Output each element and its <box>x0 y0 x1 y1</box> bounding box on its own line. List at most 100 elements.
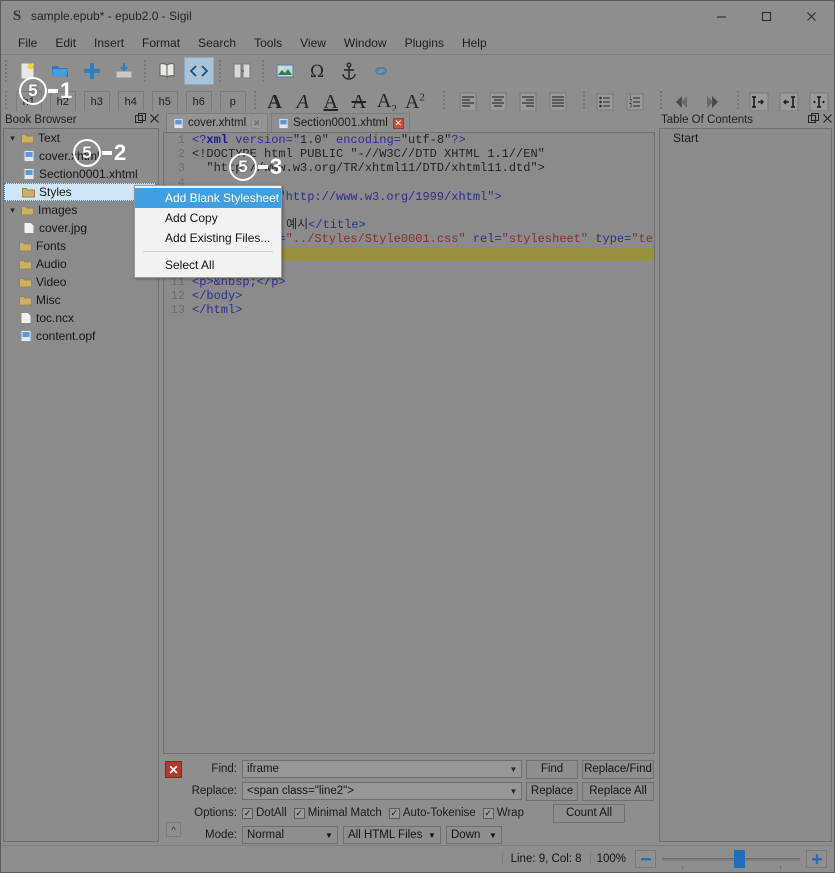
zoom-out-icon[interactable] <box>635 850 656 868</box>
heading-h6-button[interactable]: h6 <box>185 91 212 113</box>
close-panel-icon[interactable] <box>147 113 161 127</box>
close-icon[interactable] <box>789 1 834 32</box>
menu-tools[interactable]: Tools <box>245 34 291 52</box>
mode-label: Mode: <box>205 829 237 841</box>
scope-select[interactable]: All HTML Files ▼ <box>343 826 441 844</box>
close-panel-icon[interactable] <box>820 113 834 127</box>
toolbar-separator <box>144 59 147 82</box>
option-dotall[interactable]: ✓ DotAll <box>242 807 287 819</box>
chevron-down-icon[interactable]: ▾ <box>6 205 19 216</box>
zoom-in-icon[interactable] <box>806 850 827 868</box>
menu-search[interactable]: Search <box>189 34 245 52</box>
minimize-icon[interactable] <box>699 1 744 32</box>
heading-h5-button[interactable]: h5 <box>151 91 178 113</box>
checkbox-icon[interactable]: ✓ <box>482 807 494 819</box>
direction-select[interactable]: Down ▼ <box>446 826 502 844</box>
replace-all-button[interactable]: Replace All <box>582 781 654 801</box>
code-text: "../Styles/Style0001.css" <box>285 232 466 247</box>
context-menu-item-select-all[interactable]: Select All <box>135 255 281 275</box>
collapse-find-icon[interactable]: ^ <box>166 822 181 837</box>
checkbox-icon[interactable]: ✓ <box>242 807 253 819</box>
line-number: 12 <box>170 289 185 304</box>
option-auto-tokenise[interactable]: ✓ Auto-Tokenise <box>388 807 476 819</box>
insert-link-icon[interactable] <box>366 57 396 85</box>
window-title: sample.epub* - epub2.0 - Sigil <box>31 9 192 23</box>
menu-window[interactable]: Window <box>335 34 396 52</box>
option-wrap[interactable]: ✓ Wrap <box>482 807 524 819</box>
tree-item-content-opf[interactable]: content.opf <box>4 327 158 345</box>
add-file-button[interactable] <box>77 57 107 85</box>
maximize-icon[interactable] <box>744 1 789 32</box>
sigil-app-icon: S <box>12 7 22 24</box>
chevron-down-icon[interactable]: ▼ <box>321 831 337 840</box>
chevron-down-icon[interactable]: ▼ <box>424 831 440 840</box>
toolbar-separator <box>219 59 222 82</box>
insert-special-char-button[interactable]: Ω <box>302 57 332 85</box>
find-replace-side: ✕ ^ <box>165 759 182 840</box>
tree-item-label: Fonts <box>36 239 67 253</box>
float-icon[interactable] <box>806 112 820 127</box>
tree-item-label: Styles <box>39 185 72 199</box>
checkbox-icon[interactable]: ✓ <box>388 807 400 819</box>
chevron-down-icon[interactable]: ▼ <box>506 765 521 774</box>
zoom-level: 100% <box>589 853 632 865</box>
chevron-down-icon[interactable]: ▾ <box>6 133 19 144</box>
toc-list[interactable]: Start <box>659 128 832 842</box>
code-view-button[interactable] <box>184 56 214 85</box>
heading-h3-button[interactable]: h3 <box>83 91 110 113</box>
insert-image-button[interactable] <box>270 57 300 85</box>
book-view-button[interactable] <box>152 57 182 85</box>
float-icon[interactable] <box>133 112 147 127</box>
code-text: </body> <box>192 289 243 304</box>
split-view-button[interactable] <box>227 57 257 85</box>
zoom-slider[interactable] <box>662 850 800 869</box>
menu-format[interactable]: Format <box>133 34 189 52</box>
option-minimal-match[interactable]: ✓ Minimal Match <box>293 807 382 819</box>
xhtml-file-icon <box>278 117 289 129</box>
mode-select[interactable]: Normal ▼ <box>242 826 338 844</box>
tab-cover-xhtml[interactable]: cover.xhtml ✕ <box>166 113 269 132</box>
context-menu-item-add-existing-files[interactable]: Add Existing Files... <box>135 228 281 248</box>
annotation-marker-5-3: 5 3 <box>229 153 282 181</box>
context-menu[interactable]: Add Blank Stylesheet Add Copy Add Existi… <box>134 185 282 278</box>
tab-close-icon[interactable]: ✕ <box>251 117 263 129</box>
replace-input[interactable]: <span class="line2"> ▼ <box>242 782 522 800</box>
save-button[interactable] <box>109 57 139 85</box>
toc-item-start[interactable]: Start <box>660 129 831 146</box>
tree-item-label: Video <box>36 275 67 289</box>
close-find-icon[interactable]: ✕ <box>165 761 182 778</box>
count-all-button[interactable]: Count All <box>552 803 625 823</box>
chevron-down-icon[interactable]: ▼ <box>485 831 501 840</box>
context-menu-item-add-blank-stylesheet[interactable]: Add Blank Stylesheet <box>135 188 281 208</box>
tab-section0001-xhtml[interactable]: Section0001.xhtml ✕ <box>271 113 410 132</box>
find-button[interactable]: Find <box>526 759 578 779</box>
tab-close-icon[interactable]: ✕ <box>392 117 404 129</box>
paragraph-button[interactable]: p <box>219 91 246 113</box>
menu-plugins[interactable]: Plugins <box>396 34 453 52</box>
zoom-slider-handle[interactable] <box>734 850 745 868</box>
menu-view[interactable]: View <box>291 34 335 52</box>
chevron-down-icon[interactable]: ▼ <box>506 787 521 796</box>
tree-item-section0001-xhtml[interactable]: Section0001.xhtml <box>4 165 158 183</box>
xhtml-file-icon <box>20 150 37 162</box>
find-input[interactable]: iframe ▼ <box>242 760 522 778</box>
heading-h4-button[interactable]: h4 <box>117 91 144 113</box>
checkbox-icon[interactable]: ✓ <box>293 807 305 819</box>
folder-icon <box>19 133 36 144</box>
menu-bar: File Edit Insert Format Search Tools Vie… <box>1 32 834 54</box>
tree-item-misc[interactable]: Misc <box>4 291 158 309</box>
context-menu-item-add-copy[interactable]: Add Copy <box>135 208 281 228</box>
menu-help[interactable]: Help <box>453 34 496 52</box>
option-label: Auto-Tokenise <box>402 807 476 819</box>
tree-item-label: Audio <box>36 257 67 271</box>
annotation-marker-5-2: 5 2 <box>73 139 126 167</box>
context-menu-separator <box>143 251 273 252</box>
replace-button[interactable]: Replace <box>526 781 578 801</box>
tree-item-toc-ncx[interactable]: toc.ncx <box>4 309 158 327</box>
menu-insert[interactable]: Insert <box>85 34 133 52</box>
menu-file[interactable]: File <box>9 34 46 52</box>
insert-anchor-icon[interactable] <box>334 57 364 85</box>
mode-row: Mode: Normal ▼ All HTML Files ▼ Down ▼ <box>182 825 654 845</box>
replace-find-button[interactable]: Replace/Find <box>582 759 654 779</box>
menu-edit[interactable]: Edit <box>46 34 85 52</box>
